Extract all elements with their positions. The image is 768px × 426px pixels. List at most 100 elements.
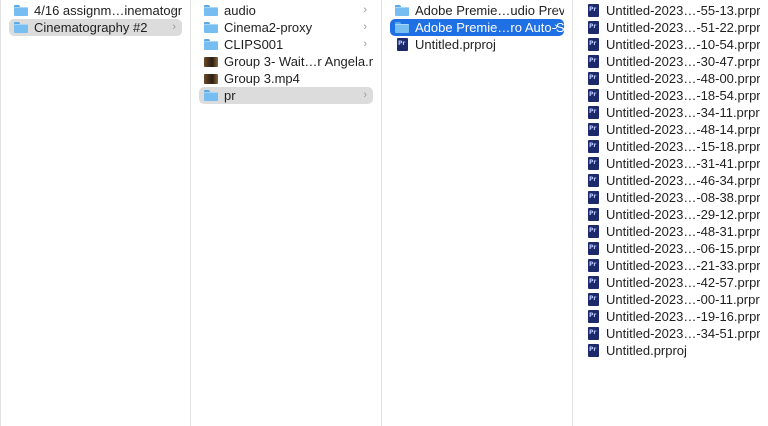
prproj-file-icon [588, 106, 599, 119]
finder-column-1[interactable]: 4/16 assignm…inematography›Cinematograph… [0, 0, 191, 426]
chevron-right-icon: › [172, 21, 176, 33]
folder-icon [14, 5, 28, 16]
chevron-right-icon: › [363, 21, 367, 33]
chevron-right-icon: › [554, 4, 558, 16]
item-label: Untitled-2023…-55-13.prproj [606, 3, 760, 18]
folder-item[interactable]: audio › [199, 2, 373, 19]
prproj-file-icon [588, 157, 599, 170]
file-item[interactable]: Untitled-2023…-51-22.prproj [581, 19, 760, 36]
file-item[interactable]: Untitled-2023…-00-11.prproj [581, 291, 760, 308]
prproj-file-icon [588, 242, 599, 255]
folder-icon [395, 5, 409, 16]
item-label: Untitled-2023…-34-11.prproj [606, 105, 760, 120]
item-label: Untitled-2023…-10-54.prproj [606, 37, 760, 52]
prproj-file-icon [588, 38, 599, 51]
item-label: Untitled-2023…-34-51.prproj [606, 326, 760, 341]
item-label: Group 3- Wait…r Angela.mp4 [224, 54, 373, 69]
item-label: Untitled-2023…-48-14.prproj [606, 122, 760, 137]
folder-item[interactable]: pr › [199, 87, 373, 104]
file-item[interactable]: Untitled-2023…-21-33.prproj [581, 257, 760, 274]
file-item[interactable]: Untitled-2023…-10-54.prproj [581, 36, 760, 53]
file-item[interactable]: Untitled-2023…-19-16.prproj [581, 308, 760, 325]
file-item[interactable]: Untitled-2023…-08-38.prproj [581, 189, 760, 206]
prproj-file-icon [588, 123, 599, 136]
chevron-right-icon: › [554, 21, 558, 33]
folder-icon [204, 22, 218, 33]
prproj-file-icon [588, 344, 599, 357]
item-label: Cinema2-proxy [224, 20, 313, 35]
folder-icon [204, 90, 218, 101]
item-label: Untitled-2023…-06-15.prproj [606, 241, 760, 256]
prproj-file-icon [588, 4, 599, 17]
finder-column-4[interactable]: Untitled-2023…-55-13.prproj Untitled-2023… [573, 0, 768, 426]
item-label: Untitled-2023…-21-33.prproj [606, 258, 760, 273]
file-item[interactable]: Untitled.prproj [581, 342, 760, 359]
folder-item[interactable]: CLIPS001 › [199, 36, 373, 53]
prproj-file-icon [588, 140, 599, 153]
item-label: pr [224, 88, 236, 103]
file-item[interactable]: Group 3- Wait…r Angela.mp4 [199, 53, 373, 70]
folder-item[interactable]: Adobe Premie…ro Auto-Save› [390, 19, 564, 36]
folder-item[interactable]: Cinematography #2 › [9, 19, 182, 36]
prproj-file-icon [588, 293, 599, 306]
item-label: Untitled-2023…-42-57.prproj [606, 275, 760, 290]
item-label: Untitled-2023…-29-12.prproj [606, 207, 760, 222]
prproj-file-icon [588, 21, 599, 34]
folder-icon [395, 22, 409, 33]
item-label: Untitled.prproj [606, 343, 687, 358]
file-item[interactable]: Untitled-2023…-15-18.prproj [581, 138, 760, 155]
file-item[interactable]: Untitled-2023…-34-11.prproj [581, 104, 760, 121]
folder-icon [204, 5, 218, 16]
folder-item[interactable]: 4/16 assignm…inematography› [9, 2, 182, 19]
item-label: Untitled-2023…-08-38.prproj [606, 190, 760, 205]
file-item[interactable]: Untitled-2023…-48-14.prproj [581, 121, 760, 138]
file-item[interactable]: Untitled.prproj [390, 36, 564, 53]
item-label: Untitled.prproj [415, 37, 496, 52]
prproj-file-icon [588, 327, 599, 340]
item-label: Untitled-2023…-18-54.prproj [606, 88, 760, 103]
file-item[interactable]: Untitled-2023…-30-47.prproj [581, 53, 760, 70]
item-label: Group 3.mp4 [224, 71, 300, 86]
video-thumbnail-icon [204, 73, 218, 84]
file-item[interactable]: Untitled-2023…-31-41.prproj [581, 155, 760, 172]
item-label: Untitled-2023…-31-41.prproj [606, 156, 760, 171]
item-label: Untitled-2023…-19-16.prproj [606, 309, 760, 324]
prproj-file-icon [588, 225, 599, 238]
file-item[interactable]: Untitled-2023…-55-13.prproj [581, 2, 760, 19]
item-label: Cinematography #2 [34, 20, 148, 35]
file-item[interactable]: Untitled-2023…-42-57.prproj [581, 274, 760, 291]
prproj-file-icon [588, 310, 599, 323]
file-item[interactable]: Untitled-2023…-48-31.prproj [581, 223, 760, 240]
file-item[interactable]: Untitled-2023…-48-00.prproj [581, 70, 760, 87]
item-label: 4/16 assignm…inematography [34, 3, 182, 18]
finder-column-2[interactable]: audio › Cinema2-proxy › CLIPS001 › Group 3- Wa… [191, 0, 382, 426]
chevron-right-icon: › [363, 38, 367, 50]
chevron-right-icon: › [363, 89, 367, 101]
file-item[interactable]: Untitled-2023…-18-54.prproj [581, 87, 760, 104]
file-item[interactable]: Untitled-2023…-46-34.prproj [581, 172, 760, 189]
item-label: Adobe Premie…udio Previews [415, 3, 564, 18]
folder-icon [204, 39, 218, 50]
item-label: Untitled-2023…-15-18.prproj [606, 139, 760, 154]
file-item[interactable]: Untitled-2023…-06-15.prproj [581, 240, 760, 257]
prproj-file-icon [588, 208, 599, 221]
chevron-right-icon: › [363, 4, 367, 16]
item-label: Untitled-2023…-48-31.prproj [606, 224, 760, 239]
file-item[interactable]: Group 3.mp4 [199, 70, 373, 87]
chevron-right-icon: › [172, 4, 176, 16]
prproj-file-icon [588, 259, 599, 272]
file-item[interactable]: Untitled-2023…-34-51.prproj [581, 325, 760, 342]
item-label: Adobe Premie…ro Auto-Save [415, 20, 564, 35]
item-label: Untitled-2023…-00-11.prproj [606, 292, 760, 307]
finder-column-3[interactable]: Adobe Premie…udio Previews›Adobe Premie…… [382, 0, 573, 426]
item-label: Untitled-2023…-46-34.prproj [606, 173, 760, 188]
prproj-file-icon [588, 89, 599, 102]
folder-item[interactable]: Cinema2-proxy › [199, 19, 373, 36]
prproj-file-icon [588, 55, 599, 68]
video-thumbnail-icon [204, 56, 218, 67]
prproj-file-icon [588, 72, 599, 85]
file-item[interactable]: Untitled-2023…-29-12.prproj [581, 206, 760, 223]
prproj-file-icon [588, 191, 599, 204]
folder-icon [14, 22, 28, 33]
folder-item[interactable]: Adobe Premie…udio Previews› [390, 2, 564, 19]
